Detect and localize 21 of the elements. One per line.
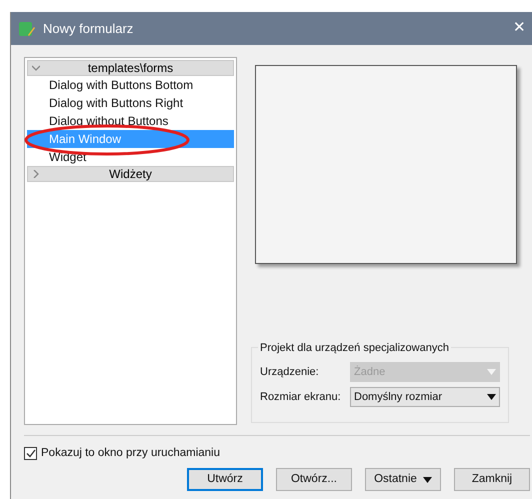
caret-icon	[422, 476, 432, 483]
checkmark-icon	[26, 449, 36, 458]
window-title: Nowy formularz	[43, 20, 134, 38]
tree-item[interactable]: Dialog with Buttons Bottom	[27, 76, 234, 94]
close-button[interactable]: ✕	[513, 17, 526, 40]
field-label: Urządzenie:	[260, 364, 320, 380]
startup-checkbox[interactable]: Pokazuj to okno przy uruchamianiu	[24, 445, 532, 462]
caret-icon	[487, 394, 496, 400]
group-title: Projekt dla urządzeń specjalizowanych	[258, 340, 451, 356]
tree-item[interactable]: Dialog with Buttons Right	[27, 94, 234, 112]
dropdown[interactable]: Domyślny rozmiar	[350, 387, 500, 407]
tree-item[interactable]: Widget	[27, 148, 234, 166]
caret-icon	[487, 369, 496, 375]
dialog-button[interactable]: Zamknij	[454, 468, 530, 492]
dialog-button[interactable]: Otwórz...	[276, 468, 352, 492]
menu-button[interactable]: Ostatnie	[365, 468, 441, 492]
tree-category-header[interactable]: Widżety	[27, 166, 234, 182]
tree-category-header[interactable]: templates\forms	[27, 60, 234, 76]
dialog-button[interactable]: Utwórz	[187, 468, 263, 492]
app-logo-icon	[19, 20, 35, 36]
field-label: Rozmiar ekranu:	[260, 390, 342, 405]
